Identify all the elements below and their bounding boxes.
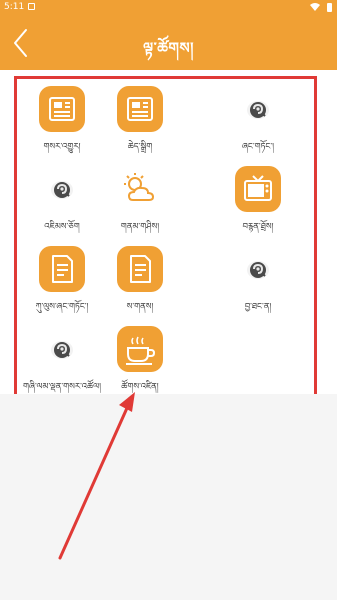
grid-item-label: ཆེད་སྒྲིག [127,142,153,152]
grid-item-label: ཞང་གཏོང་། [241,142,275,152]
document-icon [39,246,85,292]
grid-item[interactable]: བརྙན་ཐྲོས། [208,166,308,246]
grid-item[interactable]: ས་གནས། [90,246,190,326]
grid-item-label: ས་གནས། [126,302,154,312]
weather-icon [117,166,163,212]
status-time: 5:11 [4,2,25,12]
grid-item[interactable]: ཆེད་སྒྲིག [90,86,190,166]
coffee-cup-icon [117,326,163,372]
grid-item[interactable]: ཞང་གཏོང་། [208,86,308,166]
newspaper-icon [39,86,85,132]
grid-item-label: བྱ་ཐང་ན། [244,302,272,312]
app-header: ལྟ་ཚོགས། [0,16,337,70]
grid-item[interactable]: གནམ་གཤིས། [90,166,190,246]
grid-item-label: གནམ་གཤིས། [120,222,160,232]
grid-item[interactable]: བྱ་ཐང་ན། [208,246,308,326]
newspaper-icon [117,86,163,132]
placeholder-logo-icon [235,86,281,132]
status-bar: 5:11 [0,0,337,16]
grid-item-label: བརྙན་ཐྲོས། [242,222,274,232]
empty-area [0,394,337,600]
category-grid-panel: གསར་འགྱུར། ཆེད་སྒྲིག ཞང་གཏོང་། འཇིམས་ཅོག གནམ… [0,70,337,403]
tv-icon [235,166,281,212]
placeholder-logo-icon [39,166,85,212]
document-icon [117,246,163,292]
page-title: ལྟ་ཚོགས། [143,39,194,57]
placeholder-logo-icon [39,326,85,372]
battery-icon [327,3,332,12]
wifi-icon [310,3,320,11]
placeholder-logo-icon [235,246,281,292]
notification-icon [28,3,35,10]
